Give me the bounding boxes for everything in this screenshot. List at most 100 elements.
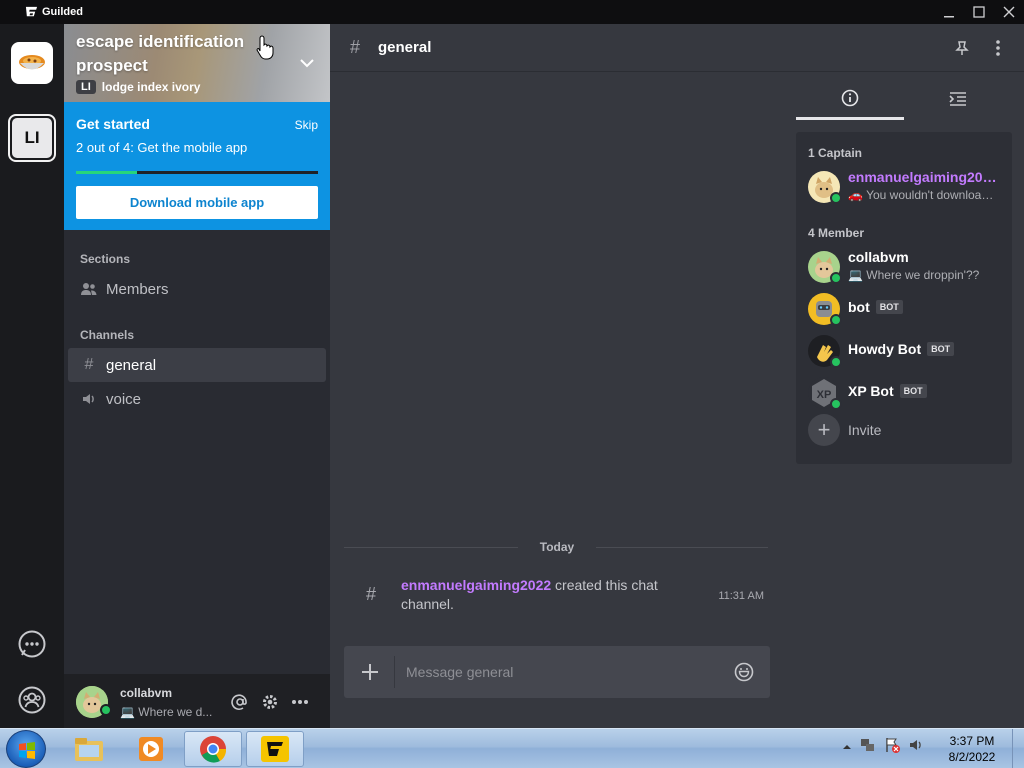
message-timestamp: 11:31 AM — [718, 590, 764, 602]
channel-sidebar: escape identification prospect LI lodge … — [64, 24, 330, 728]
date-divider-label: Today — [518, 540, 596, 556]
system-message-text: enmanuelgaiming2022 created this chat ch… — [401, 577, 658, 612]
hash-icon: # — [366, 584, 377, 604]
chat-bubble-icon[interactable] — [16, 628, 48, 660]
taskbar-explorer[interactable] — [60, 731, 118, 767]
app-name: Guilded — [42, 6, 83, 18]
get-started-step: 2 out of 4: Get the mobile app — [76, 140, 248, 155]
taskbar-clock[interactable]: 3:37 PM 8/2/2022 — [940, 733, 1004, 765]
panel-tabs — [796, 78, 1012, 122]
members-list: 1 Captain enmanuelgaiming2022 🚗 You woul… — [796, 132, 1012, 464]
member-bot[interactable]: bot BOT — [808, 290, 1008, 328]
server-subtitle: lodge index ivory — [101, 80, 201, 94]
member-heading: 4 Member — [808, 226, 865, 240]
bot-badge: BOT — [875, 300, 903, 314]
online-status-dot — [830, 314, 842, 326]
friends-icon[interactable] — [16, 684, 48, 716]
taskbar-chrome[interactable] — [184, 731, 242, 767]
guilded-icon — [261, 736, 289, 762]
hand-cursor-icon — [256, 35, 274, 60]
window-title-bar: Guilded — [0, 0, 1024, 24]
taskbar-guilded[interactable] — [246, 731, 304, 767]
kebab-menu-icon[interactable] — [988, 38, 1008, 58]
members-panel: 1 Captain enmanuelgaiming2022 🚗 You woul… — [782, 72, 1024, 728]
sidebar-item-label: Members — [106, 280, 169, 298]
message-author[interactable]: enmanuelgaiming2022 — [401, 577, 551, 593]
member-status: 💻 Where we droppin'?? — [848, 268, 980, 282]
member-name: bot BOT — [848, 299, 903, 315]
clock-time: 3:37 PM — [949, 734, 995, 748]
sidebar-item-members[interactable]: Members — [68, 272, 326, 306]
show-desktop-button[interactable] — [1012, 729, 1024, 768]
member-howdy-bot[interactable]: Howdy Bot BOT — [808, 332, 1008, 370]
server-banner[interactable]: escape identification prospect LI lodge … — [64, 24, 330, 102]
server-name: escape identification prospect — [76, 32, 245, 75]
windows-taskbar: 3:37 PM 8/2/2022 — [0, 728, 1024, 768]
member-status: 🚗 You wouldn't download a car — [848, 188, 1000, 202]
member-name: Howdy Bot BOT — [848, 341, 955, 357]
captain-heading: 1 Captain — [808, 146, 863, 160]
chrome-icon — [200, 736, 227, 763]
svg-text:XP: XP — [817, 389, 832, 401]
current-user-name: collabvm — [120, 686, 173, 700]
system-message: # enmanuelgaiming2022 created this chat … — [344, 574, 772, 618]
server-icon-active[interactable]: LI — [8, 114, 56, 162]
close-icon[interactable] — [994, 0, 1024, 24]
member-captain[interactable]: enmanuelgaiming2022 🚗 You wouldn't downl… — [808, 168, 1008, 206]
media-player-icon — [139, 737, 163, 761]
system-tray — [842, 737, 924, 758]
chevron-down-icon[interactable] — [298, 54, 316, 72]
action-center-icon[interactable] — [884, 737, 900, 758]
gear-icon[interactable] — [260, 692, 280, 712]
list-indent-icon — [949, 92, 966, 106]
members-icon — [80, 280, 98, 298]
network-icon[interactable] — [860, 737, 876, 758]
mentions-icon[interactable] — [230, 692, 250, 712]
get-started-card: Get started Skip 2 out of 4: Get the mob… — [64, 102, 330, 230]
invite-button[interactable]: + Invite — [808, 414, 881, 446]
member-xp-bot[interactable]: XP XP Bot BOT — [808, 374, 1008, 412]
member-name: collabvm — [848, 249, 909, 265]
sidebar-item-general[interactable]: # general — [68, 348, 326, 382]
get-started-title: Get started — [76, 116, 150, 132]
more-options-icon[interactable] — [290, 692, 310, 712]
server-initials: LI — [12, 118, 52, 158]
hash-icon: # — [350, 37, 361, 57]
start-button[interactable] — [6, 730, 46, 768]
guilded-logo-icon — [24, 5, 38, 19]
channel-title: general — [378, 39, 432, 56]
tab-info[interactable] — [796, 78, 904, 120]
skip-link[interactable]: Skip — [295, 118, 318, 132]
message-input[interactable] — [406, 660, 716, 684]
get-started-progress — [76, 171, 318, 174]
bot-badge: BOT — [927, 342, 955, 356]
download-mobile-app-button[interactable]: Download mobile app — [76, 186, 318, 219]
sidebar-item-label: voice — [106, 390, 142, 408]
invite-label: Invite — [848, 422, 882, 438]
server-icon-soup[interactable] — [11, 42, 53, 84]
maximize-icon[interactable] — [964, 0, 994, 24]
volume-icon[interactable] — [908, 737, 924, 758]
minimize-icon[interactable] — [934, 0, 964, 24]
info-icon — [841, 89, 859, 106]
show-hidden-icons-icon[interactable] — [842, 739, 852, 757]
sidebar-item-voice[interactable]: voice — [68, 382, 326, 416]
chat-area — [330, 24, 782, 728]
channel-header: # general — [330, 24, 1024, 72]
member-collabvm[interactable]: collabvm 💻 Where we droppin'?? — [808, 248, 1008, 286]
emoji-icon[interactable] — [732, 660, 756, 684]
current-user-status: 💻 Where we d... — [120, 705, 213, 719]
add-attachment-icon[interactable] — [358, 660, 382, 684]
pin-icon[interactable] — [952, 38, 972, 58]
progress-fill — [76, 171, 137, 174]
message-composer — [344, 646, 770, 698]
sections-heading: Sections — [80, 252, 131, 266]
sidebar-item-label: general — [106, 356, 157, 374]
member-name: XP Bot BOT — [848, 383, 927, 399]
online-status-dot — [830, 398, 842, 410]
bot-badge: BOT — [899, 384, 927, 398]
clock-date: 8/2/2022 — [948, 750, 996, 764]
tab-threads[interactable] — [904, 78, 1012, 120]
speaker-icon — [80, 390, 98, 408]
taskbar-media-player[interactable] — [122, 731, 180, 767]
